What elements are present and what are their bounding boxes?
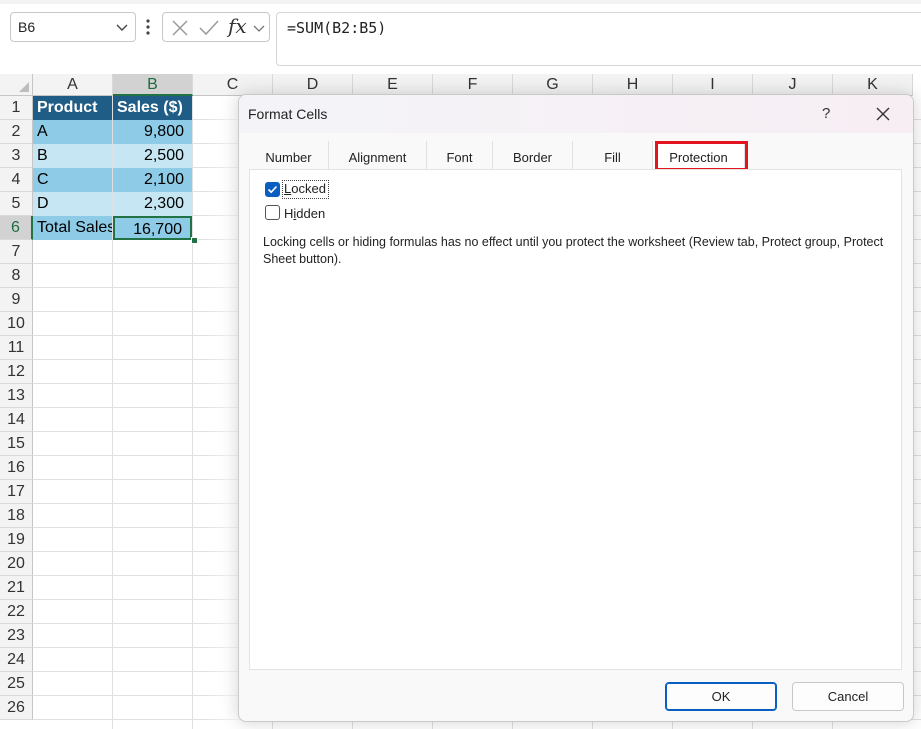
checkmark-icon (267, 185, 278, 194)
row-header-20[interactable]: 20 (0, 552, 33, 576)
product-cell[interactable]: A (33, 120, 112, 144)
protection-note: Locking cells or hiding formulas has no … (263, 235, 884, 266)
column-header-h[interactable]: H (593, 74, 673, 96)
select-all-button[interactable] (0, 74, 33, 96)
row-header-19[interactable]: 19 (0, 528, 33, 552)
tab-alignment[interactable]: Alignment (329, 141, 427, 171)
row-header-9[interactable]: 9 (0, 288, 33, 312)
tab-number[interactable]: Number (249, 141, 329, 171)
row-header-4[interactable]: 4 (0, 168, 33, 192)
help-button[interactable]: ? (822, 105, 830, 122)
row-header-2[interactable]: 2 (0, 120, 33, 144)
product-cell[interactable]: B (33, 144, 112, 168)
column-header-a[interactable]: A (33, 74, 113, 96)
table-header-cell[interactable]: Sales ($) (113, 96, 192, 120)
row-header-6[interactable]: 6 (0, 216, 33, 240)
dialog-title: Format Cells (248, 106, 328, 122)
column-header-j[interactable]: J (753, 74, 833, 96)
hidden-label[interactable]: Hidden (284, 206, 325, 221)
cancel-button[interactable]: Cancel (792, 682, 904, 711)
row-header-25[interactable]: 25 (0, 672, 33, 696)
locked-label[interactable]: Locked (284, 181, 326, 196)
column-header-g[interactable]: G (513, 74, 593, 96)
hidden-label-rest: dden (296, 206, 326, 221)
sales-cell[interactable]: 9,800 (113, 120, 192, 144)
enter-icon[interactable] (199, 19, 219, 37)
cancel-icon[interactable] (171, 19, 189, 37)
insert-function-icon[interactable]: fx (228, 14, 247, 38)
row-header-18[interactable]: 18 (0, 504, 33, 528)
close-icon[interactable] (875, 106, 891, 122)
selected-cell[interactable]: 16,700 (113, 216, 192, 240)
tab-font[interactable]: Font (427, 141, 493, 171)
column-header-k[interactable]: K (833, 74, 913, 96)
ok-button[interactable]: OK (665, 682, 777, 711)
row-header-15[interactable]: 15 (0, 432, 33, 456)
row-header-7[interactable]: 7 (0, 240, 33, 264)
sales-cell[interactable]: 2,300 (113, 192, 192, 216)
name-box[interactable]: B6 (10, 12, 136, 42)
column-header-b[interactable]: B (113, 74, 193, 96)
column-header-e[interactable]: E (353, 74, 433, 96)
product-cell[interactable]: C (33, 168, 112, 192)
row-header-8[interactable]: 8 (0, 264, 33, 288)
row-header-10[interactable]: 10 (0, 312, 33, 336)
row-header-24[interactable]: 24 (0, 648, 33, 672)
table-header-cell[interactable]: Product (33, 96, 112, 120)
column-header-c[interactable]: C (193, 74, 273, 96)
select-all-triangle (19, 82, 29, 92)
row-header-21[interactable]: 21 (0, 576, 33, 600)
row-header-16[interactable]: 16 (0, 456, 33, 480)
row-header-3[interactable]: 3 (0, 144, 33, 168)
protection-panel: Locked Hidden Locking cells or hiding fo… (249, 169, 902, 670)
sales-cell[interactable]: 2,100 (113, 168, 192, 192)
hidden-checkbox[interactable] (265, 205, 280, 220)
row-header-5[interactable]: 5 (0, 192, 33, 216)
name-box-value: B6 (18, 19, 36, 35)
row-header-1[interactable]: 1 (0, 96, 33, 120)
product-cell[interactable]: Total Sales (33, 216, 112, 240)
chevron-down-icon[interactable] (115, 20, 129, 34)
formula-text: =SUM(B2:B5) (287, 19, 387, 37)
sales-cell[interactable]: 2,500 (113, 144, 192, 168)
row-header-23[interactable]: 23 (0, 624, 33, 648)
protection-tab-highlight (655, 141, 748, 171)
formula-controls: fx (162, 12, 270, 42)
row-header-12[interactable]: 12 (0, 360, 33, 384)
chevron-down-icon[interactable] (252, 21, 266, 35)
column-header-i[interactable]: I (673, 74, 753, 96)
locked-label-rest: ocked (291, 181, 326, 196)
row-header-17[interactable]: 17 (0, 480, 33, 504)
tab-fill[interactable]: Fill (573, 141, 653, 171)
tab-border[interactable]: Border (493, 141, 573, 171)
formula-bar: B6 fx =SUM(B2:B5) (0, 4, 921, 70)
column-header-f[interactable]: F (433, 74, 513, 96)
formula-input[interactable]: =SUM(B2:B5) (276, 12, 921, 66)
format-cells-dialog: Format Cells ? Number Alignment Font Border… (238, 94, 914, 722)
column-header-d[interactable]: D (273, 74, 353, 96)
row-header-26[interactable]: 26 (0, 696, 33, 720)
hidden-label-first: H (284, 206, 294, 221)
dialog-title-bar: Format Cells ? (239, 95, 913, 133)
fill-handle[interactable] (191, 237, 198, 244)
product-cell[interactable]: D (33, 192, 112, 216)
row-header-13[interactable]: 13 (0, 384, 33, 408)
locked-checkbox[interactable] (265, 182, 280, 197)
more-options-icon[interactable] (146, 17, 150, 37)
row-header-22[interactable]: 22 (0, 600, 33, 624)
row-header-11[interactable]: 11 (0, 336, 33, 360)
row-header-14[interactable]: 14 (0, 408, 33, 432)
